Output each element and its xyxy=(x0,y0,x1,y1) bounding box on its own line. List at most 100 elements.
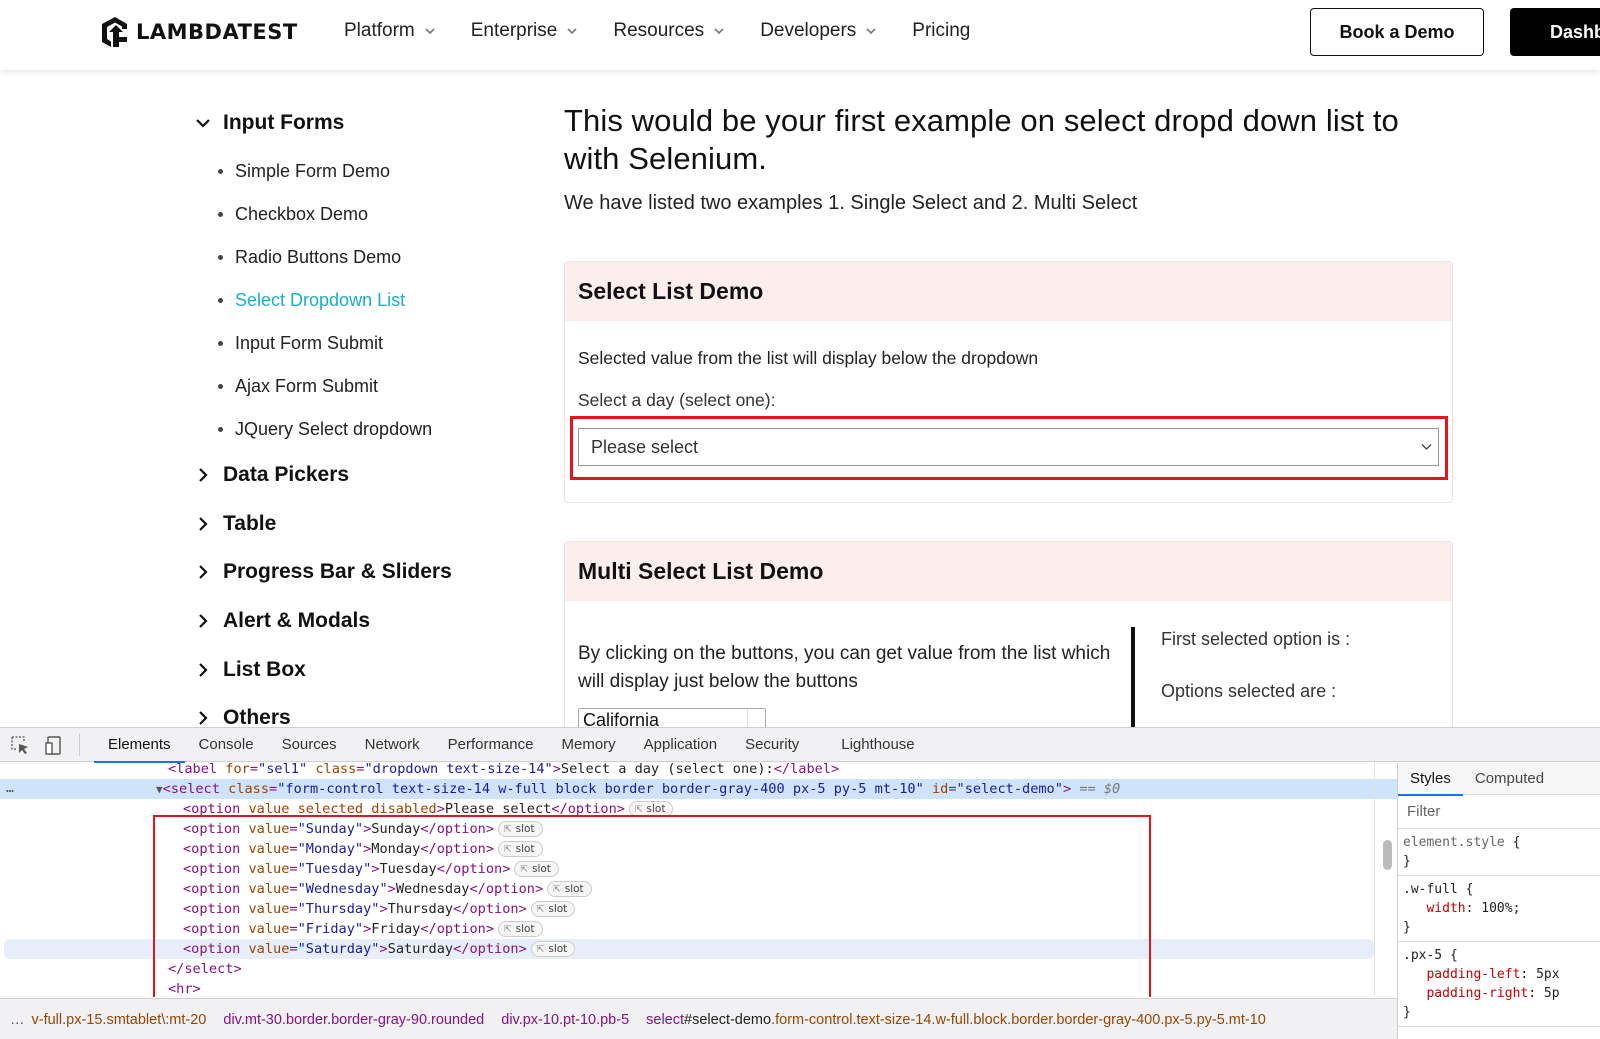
nav-developers[interactable]: Developers xyxy=(760,20,876,42)
tab-application[interactable]: Application xyxy=(630,728,731,762)
tab-network[interactable]: Network xyxy=(351,728,434,762)
tab-performance[interactable]: Performance xyxy=(434,728,548,762)
select-value: Please select xyxy=(591,436,699,457)
sidebar-section-list-box[interactable]: List Box xyxy=(192,645,512,694)
chevron-down-icon xyxy=(567,28,577,35)
breadcrumb-item[interactable]: v-full.px-15.smtablet\:mt-20 xyxy=(32,1012,207,1028)
select-day-dropdown[interactable]: Please select xyxy=(578,428,1439,466)
section-label: Progress Bar & Sliders xyxy=(223,560,452,584)
sidebar-item-input-form-submit[interactable]: Input Form Submit xyxy=(218,322,512,365)
sidebar-item-simple-form-demo[interactable]: Simple Form Demo xyxy=(218,150,512,193)
sidebar-section-alert-modals[interactable]: Alert & Modals xyxy=(192,597,512,646)
tab-console[interactable]: Console xyxy=(185,728,268,762)
dom-node-select[interactable]: … ▼<select class="form-control text-size-… xyxy=(0,779,1397,799)
more-icon[interactable]: … xyxy=(6,779,14,799)
sidebar-section-input-forms[interactable]: Input Forms xyxy=(192,106,512,140)
device-toolbar-icon[interactable] xyxy=(43,734,65,756)
breadcrumb-item[interactable]: div.px-10.pt-10.pb-5 xyxy=(501,1012,629,1028)
breadcrumb-item[interactable]: div.mt-30.border.border-gray-90.rounded xyxy=(223,1012,484,1028)
tab-lighthouse[interactable]: Lighthouse xyxy=(827,728,928,762)
nav-label: Developers xyxy=(760,20,857,41)
pane-divider[interactable] xyxy=(1374,762,1375,995)
tab-computed[interactable]: Computed xyxy=(1463,763,1556,795)
dom-node-option[interactable]: <option value="Wednesday">Wednesday</opt… xyxy=(0,879,1397,899)
bullet xyxy=(218,384,223,389)
css-rule[interactable]: element.style { } xyxy=(1398,829,1600,876)
sidebar-item-radio-buttons-demo[interactable]: Radio Buttons Demo xyxy=(218,236,512,279)
section-label: Input Forms xyxy=(223,111,345,134)
options-selected-label: Options selected are : xyxy=(1161,681,1337,701)
tab-memory[interactable]: Memory xyxy=(548,728,630,762)
devtools-tab-bar: Elements Console Sources Network Perform… xyxy=(0,728,1600,763)
book-demo-button[interactable]: Book a Demo xyxy=(1310,8,1484,56)
site-header: LAMBDATEST Platform Enterprise Resources… xyxy=(0,0,1600,70)
chevron-right-icon xyxy=(199,614,208,628)
tab-styles[interactable]: Styles xyxy=(1398,763,1463,796)
card-title: Select List Demo xyxy=(565,262,1452,321)
slot-badge[interactable]: ⇱ slot xyxy=(498,841,543,857)
item-label: JQuery Select dropdown xyxy=(235,419,433,439)
nav-label: Pricing xyxy=(912,20,971,41)
chevron-right-icon xyxy=(199,517,208,531)
inspect-element-icon[interactable] xyxy=(9,734,31,756)
chevron-down-icon xyxy=(1421,444,1432,450)
select-list-demo-card: Select List Demo Selected value from the… xyxy=(564,261,1453,503)
sidebar-item-checkbox-demo[interactable]: Checkbox Demo xyxy=(218,193,512,236)
breadcrumb-item-active[interactable]: select#select-demo.form-control.text-siz… xyxy=(646,1012,1266,1028)
card-description: By clicking on the buttons, you can get … xyxy=(578,643,1111,692)
dom-node-option[interactable]: <option value selected disabled>Please s… xyxy=(0,799,1397,819)
slot-badge[interactable]: ⇱ slot xyxy=(514,861,559,877)
item-label: Radio Buttons Demo xyxy=(235,247,402,267)
slot-badge[interactable]: ⇱ slot xyxy=(498,921,543,937)
item-label: Input Form Submit xyxy=(235,333,384,353)
dom-node-option[interactable]: <option value="Friday">Friday</option> ⇱ s… xyxy=(0,919,1397,939)
chevron-right-icon xyxy=(199,711,208,726)
css-rule[interactable]: .w-full { width: 100%; } xyxy=(1398,876,1600,942)
lambdatest-logo[interactable]: LAMBDATEST xyxy=(100,15,298,49)
lambdatest-logo-icon xyxy=(102,17,127,47)
styles-filter-input[interactable]: Filter xyxy=(1398,795,1600,829)
sidebar-item-select-dropdown-list[interactable]: Select Dropdown List xyxy=(218,279,512,322)
nav-resources[interactable]: Resources xyxy=(613,20,724,42)
item-label: Select Dropdown List xyxy=(235,290,406,310)
chevron-down-icon xyxy=(866,28,876,35)
slot-badge[interactable]: ⇱ slot xyxy=(498,821,543,837)
first-selected-label: First selected option is : xyxy=(1161,629,1351,649)
dom-node-option[interactable]: <option value="Sunday">Sunday</option> ⇱ s… xyxy=(0,819,1397,839)
page-title: This would be your first example on sele… xyxy=(564,103,1399,176)
styles-tab-bar: Styles Computed xyxy=(1398,763,1600,796)
nav-pricing[interactable]: Pricing xyxy=(912,20,970,42)
tab-security[interactable]: Security xyxy=(731,728,813,762)
nav-enterprise[interactable]: Enterprise xyxy=(471,20,578,42)
logo-text: LAMBDATEST xyxy=(136,20,298,44)
dom-node-hr[interactable]: <hr> xyxy=(0,979,1397,997)
slot-badge[interactable]: ⇱ slot xyxy=(547,881,592,897)
bullet xyxy=(218,298,223,303)
dom-node-option[interactable]: <option value="Monday">Monday</option> ⇱ s… xyxy=(0,839,1397,859)
dom-node-option[interactable]: <option value="Saturday">Saturday</optio… xyxy=(4,939,1374,959)
sidebar-section-table[interactable]: Table xyxy=(192,500,512,549)
slot-badge[interactable]: ⇱ slot xyxy=(530,901,576,917)
chevron-right-icon xyxy=(199,565,208,580)
dom-scrollbar-thumb[interactable] xyxy=(1383,840,1392,870)
sidebar-item-jquery-select-dropdown[interactable]: JQuery Select dropdown xyxy=(218,408,512,451)
chevron-down-icon xyxy=(425,28,435,35)
nav-label: Resources xyxy=(613,20,705,41)
nav-platform[interactable]: Platform xyxy=(344,20,435,42)
css-rule[interactable]: .px-5 { padding-left: 5px padding-right:… xyxy=(1398,942,1600,1027)
dom-node-label[interactable]: <label for="sel1" class="dropdown text-s… xyxy=(0,763,1397,779)
main-nav: Platform Enterprise Resources Developers… xyxy=(344,20,1006,42)
dashboard-button[interactable]: Dashboard xyxy=(1510,8,1600,56)
more-icon[interactable]: … xyxy=(10,1012,25,1028)
sidebar-section-data-pickers[interactable]: Data Pickers xyxy=(192,451,512,500)
tab-sources[interactable]: Sources xyxy=(268,728,351,762)
sidebar-item-ajax-form-submit[interactable]: Ajax Form Submit xyxy=(218,365,512,408)
slot-badge[interactable]: ⇱ slot xyxy=(530,941,576,957)
slot-badge[interactable]: ⇱ slot xyxy=(629,801,674,817)
dom-node-option[interactable]: <option value="Thursday">Thursday</optio… xyxy=(0,899,1397,919)
sidebar-section-progress-bar-sliders[interactable]: Progress Bar & Sliders xyxy=(192,548,512,597)
dom-node-option[interactable]: <option value="Tuesday">Tuesday</option>… xyxy=(0,859,1397,879)
tab-elements[interactable]: Elements xyxy=(94,728,185,763)
dom-node-select-close[interactable]: </select> xyxy=(0,959,1397,979)
expand-triangle-icon[interactable]: ▼ xyxy=(156,783,163,796)
